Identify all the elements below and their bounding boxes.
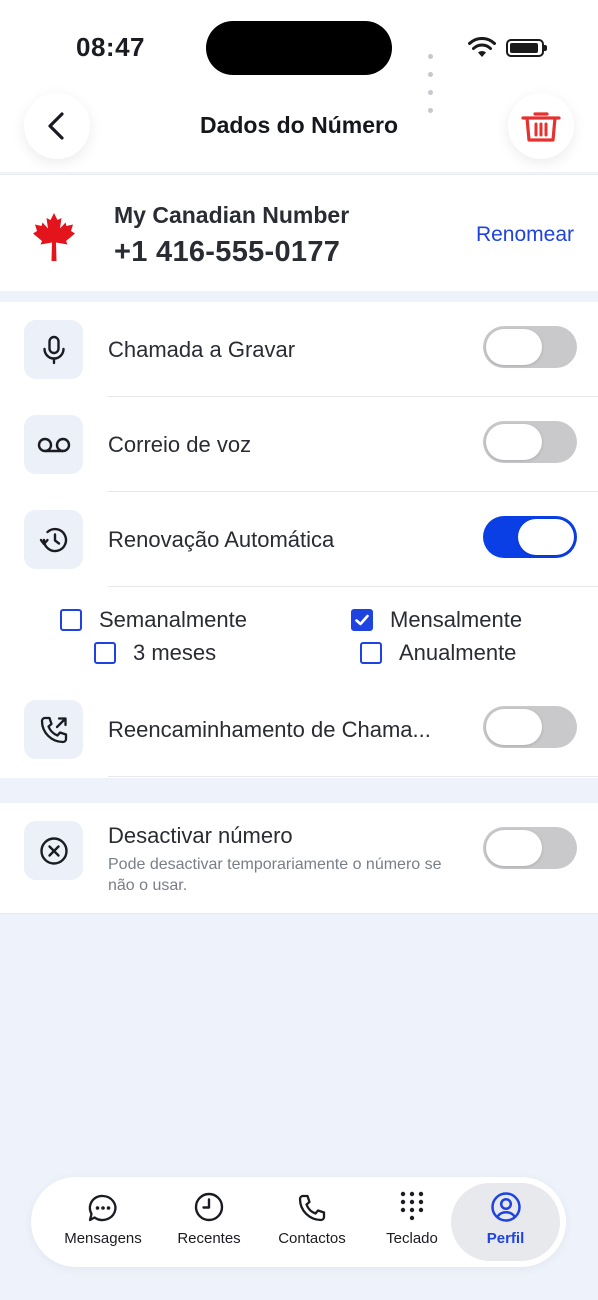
record-calls-row: Chamada a Gravar bbox=[0, 302, 598, 397]
auto-renew-toggle[interactable] bbox=[483, 516, 577, 558]
clock-icon bbox=[193, 1183, 225, 1223]
close-circle-icon bbox=[24, 821, 83, 880]
chat-icon bbox=[87, 1183, 119, 1223]
divider bbox=[108, 586, 598, 587]
dynamic-island bbox=[206, 21, 392, 75]
delete-button[interactable] bbox=[508, 93, 574, 159]
tab-contacts[interactable]: Contactos bbox=[267, 1183, 357, 1261]
tab-label: Teclado bbox=[386, 1230, 438, 1247]
option-label: 3 meses bbox=[133, 640, 217, 665]
number-label: My Canadian Number bbox=[114, 202, 350, 228]
call-forwarding-label: Reencaminhamento de Chama... bbox=[108, 717, 431, 742]
phone-number: +1 416-555-0177 bbox=[114, 236, 341, 268]
wifi-icon bbox=[468, 37, 496, 57]
tab-recents[interactable]: Recentes bbox=[161, 1183, 257, 1261]
battery-icon bbox=[506, 39, 547, 57]
trash-icon bbox=[521, 112, 561, 142]
checkbox[interactable] bbox=[360, 642, 382, 664]
tab-label: Perfil bbox=[486, 1230, 525, 1247]
divider bbox=[108, 776, 598, 777]
tab-messages[interactable]: Mensagens bbox=[53, 1183, 153, 1261]
tab-label: Recentes bbox=[177, 1230, 241, 1247]
tab-label: Contactos bbox=[278, 1230, 346, 1247]
number-card: My Canadian Number +1 416-555-0177 Renom… bbox=[0, 174, 598, 291]
renew-quarterly-option[interactable]: 3 meses bbox=[94, 640, 216, 666]
canada-flag-icon bbox=[33, 213, 75, 261]
call-forwarding-row: Reencaminhamento de Chama... bbox=[0, 682, 598, 777]
renew-monthly-option[interactable]: Mensalmente bbox=[351, 607, 522, 633]
voicemail-toggle[interactable] bbox=[483, 421, 577, 463]
profile-icon bbox=[490, 1183, 522, 1223]
microphone-icon bbox=[24, 320, 83, 379]
option-label: Anualmente bbox=[399, 640, 517, 665]
voicemail-label: Correio de voz bbox=[108, 432, 252, 457]
status-time: 08:47 bbox=[76, 32, 145, 62]
phone-icon bbox=[297, 1183, 327, 1223]
auto-renew-label: Renovação Automática bbox=[108, 527, 335, 552]
tab-bar: Mensagens Recentes Contactos Teclado Per… bbox=[31, 1177, 566, 1267]
checkmark-icon bbox=[355, 614, 369, 626]
renew-weekly-option[interactable]: Semanalmente bbox=[60, 607, 247, 633]
checkbox[interactable] bbox=[60, 609, 82, 631]
deactivate-label: Desactivar número bbox=[108, 823, 293, 848]
option-label: Semanalmente bbox=[99, 607, 247, 632]
option-label: Mensalmente bbox=[390, 607, 523, 632]
voicemail-icon bbox=[24, 415, 83, 474]
deactivate-card: Desactivar número Pode desactivar tempor… bbox=[0, 803, 598, 914]
record-calls-label: Chamada a Gravar bbox=[108, 337, 296, 362]
rename-button[interactable]: Renomear bbox=[476, 223, 574, 247]
tab-keypad[interactable]: Teclado bbox=[367, 1183, 457, 1261]
tab-label: Mensagens bbox=[64, 1230, 142, 1247]
checkbox-checked[interactable] bbox=[351, 609, 373, 631]
deactivate-toggle[interactable] bbox=[483, 827, 577, 869]
auto-renew-row: Renovação Automática bbox=[0, 492, 598, 587]
history-icon bbox=[24, 510, 83, 569]
call-forward-icon bbox=[24, 700, 83, 759]
record-calls-toggle[interactable] bbox=[483, 326, 577, 368]
checkbox[interactable] bbox=[94, 642, 116, 664]
keypad-icon bbox=[399, 1183, 425, 1223]
tab-profile[interactable]: Perfil bbox=[451, 1183, 560, 1261]
renew-yearly-option[interactable]: Anualmente bbox=[360, 640, 516, 666]
settings-card: Chamada a Gravar Correio de voz Renovaçã… bbox=[0, 302, 598, 778]
voicemail-row: Correio de voz bbox=[0, 397, 598, 492]
top-area: 08:47 Dados do Número bbox=[0, 0, 598, 172]
deactivate-description: Pode desactivar temporariamente o número… bbox=[108, 856, 442, 894]
signal-icon bbox=[428, 46, 435, 118]
call-forwarding-toggle[interactable] bbox=[483, 706, 577, 748]
